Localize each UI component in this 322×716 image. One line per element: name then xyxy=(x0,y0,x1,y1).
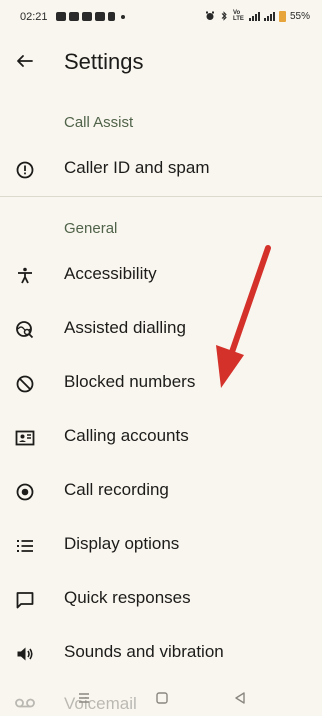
settings-item-label: Assisted dialling xyxy=(64,318,186,337)
notification-icons xyxy=(56,12,125,21)
notification-icon xyxy=(56,12,66,21)
home-icon[interactable] xyxy=(154,690,170,706)
alarm-icon xyxy=(205,11,214,20)
settings-item-call-recording[interactable]: Call recording xyxy=(0,465,322,519)
accessibility-icon xyxy=(18,267,32,284)
signal-strength-icon xyxy=(248,11,260,21)
message-icon xyxy=(16,592,34,609)
system-navigation-bar xyxy=(0,682,322,716)
volte-indicator: Vo LTE xyxy=(232,10,244,22)
list-icon xyxy=(17,540,33,552)
battery-icon xyxy=(278,10,286,22)
settings-item-label: Sounds and vibration xyxy=(64,642,224,661)
more-notifications-dot-icon xyxy=(121,14,125,19)
settings-item-label: Accessibility xyxy=(64,264,157,283)
settings-item-sounds-and-vibration[interactable]: Sounds and vibration xyxy=(0,627,322,681)
settings-item-blocked-numbers[interactable]: Blocked numbers xyxy=(0,357,322,411)
settings-item-label: Call recording xyxy=(64,480,169,499)
settings-item-label: Display options xyxy=(64,534,180,553)
settings-item-label: Quick responses xyxy=(64,588,191,607)
bluetooth-icon xyxy=(221,11,227,21)
page-title: Settings xyxy=(64,49,144,74)
account-card-icon xyxy=(15,430,35,446)
signal-strength-icon xyxy=(263,11,275,21)
settings-item-accessibility[interactable]: Accessibility xyxy=(0,249,322,303)
settings-item-quick-responses[interactable]: Quick responses xyxy=(0,573,322,627)
settings-item-calling-accounts[interactable]: Calling accounts xyxy=(0,411,322,465)
status-bar: 02:21 Vo LTE 55% xyxy=(0,0,322,34)
arrow-back-icon[interactable] xyxy=(12,48,38,74)
battery-percentage: 55% xyxy=(289,10,310,22)
status-indicators: Vo LTE 55% xyxy=(205,10,310,22)
block-icon xyxy=(16,375,34,393)
settings-item-label: Blocked numbers xyxy=(64,372,196,391)
settings-item-caller-id-and-spam[interactable]: Caller ID and spam xyxy=(0,143,322,197)
notification-icon xyxy=(95,12,105,21)
assisted-dialling-icon xyxy=(16,321,34,339)
speaker-icon xyxy=(17,647,33,661)
section-header-general: General xyxy=(64,220,118,237)
recent-apps-icon[interactable] xyxy=(76,690,92,706)
status-time: 02:21 xyxy=(20,11,48,23)
app-bar: Settings xyxy=(0,34,322,90)
notification-icon xyxy=(82,12,92,21)
settings-screen: 02:21 Vo LTE 55% Settings Call Assist Ca… xyxy=(0,0,322,716)
info-circle-icon xyxy=(16,161,34,179)
settings-item-label: Calling accounts xyxy=(64,426,189,445)
settings-item-assisted-dialling[interactable]: Assisted dialling xyxy=(0,303,322,357)
notification-icon xyxy=(69,12,79,21)
section-header-call-assist: Call Assist xyxy=(64,114,134,131)
back-nav-icon[interactable] xyxy=(232,690,248,706)
section-divider xyxy=(0,196,322,197)
record-icon xyxy=(16,483,34,501)
settings-item-display-options[interactable]: Display options xyxy=(0,519,322,573)
settings-item-label: Caller ID and spam xyxy=(64,158,210,177)
notification-icon xyxy=(108,12,115,21)
